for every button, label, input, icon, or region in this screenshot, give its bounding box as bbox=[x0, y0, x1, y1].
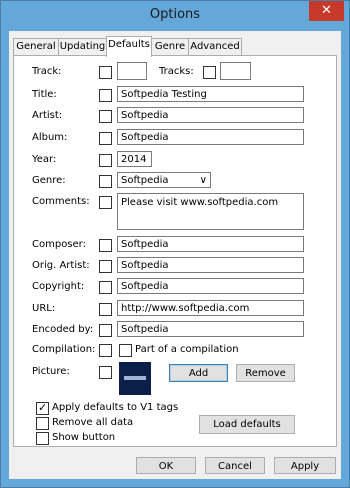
year-label: Year: bbox=[32, 154, 57, 165]
copyright-checkbox[interactable] bbox=[99, 281, 112, 294]
tab-defaults[interactable]: Defaults bbox=[106, 36, 152, 57]
copyright-field[interactable]: Softpedia bbox=[117, 278, 304, 294]
remove-all-checkbox[interactable] bbox=[36, 417, 49, 430]
encoded-by-label: Encoded by: bbox=[32, 324, 94, 335]
album-checkbox[interactable] bbox=[99, 132, 112, 145]
defaults-panel: Track: Tracks: Title: Softpedia Testing … bbox=[13, 55, 337, 447]
title-bar[interactable]: Options ✕ bbox=[1, 1, 349, 30]
options-window: Options ✕ General Updating Defaults Genr… bbox=[0, 0, 350, 488]
part-of-compilation-label: Part of a compilation bbox=[135, 344, 239, 355]
dialog-body: General Updating Defaults Genre Advanced… bbox=[9, 31, 341, 479]
tab-advanced[interactable]: Advanced bbox=[188, 38, 242, 56]
compilation-label: Compilation: bbox=[32, 344, 96, 355]
url-label: URL: bbox=[32, 303, 56, 314]
url-checkbox[interactable] bbox=[99, 303, 112, 316]
window-title: Options bbox=[149, 7, 201, 22]
artist-label: Artist: bbox=[32, 110, 63, 121]
cancel-button[interactable]: Cancel bbox=[205, 457, 265, 474]
comments-checkbox[interactable] bbox=[99, 196, 112, 209]
track-field[interactable] bbox=[117, 62, 147, 80]
remove-all-label: Remove all data bbox=[52, 417, 134, 428]
genre-selected-value: Softpedia bbox=[121, 175, 169, 186]
track-checkbox[interactable] bbox=[99, 66, 112, 79]
load-defaults-button[interactable]: Load defaults bbox=[199, 415, 295, 434]
composer-field[interactable]: Softpedia bbox=[117, 236, 304, 252]
tab-general[interactable]: General bbox=[13, 38, 59, 56]
year-checkbox[interactable] bbox=[99, 154, 112, 167]
tracks-checkbox[interactable] bbox=[203, 66, 216, 79]
orig-artist-label: Orig. Artist: bbox=[32, 260, 90, 271]
genre-label: Genre: bbox=[32, 175, 66, 186]
genre-select[interactable]: Softpedia ∨ bbox=[117, 172, 211, 188]
artist-checkbox[interactable] bbox=[99, 110, 112, 123]
orig-artist-checkbox[interactable] bbox=[99, 260, 112, 273]
album-label: Album: bbox=[32, 132, 68, 143]
title-label: Title: bbox=[32, 89, 57, 100]
tracks-label: Tracks: bbox=[159, 66, 194, 77]
compilation-checkbox[interactable] bbox=[99, 344, 112, 357]
apply-v1-checkbox[interactable] bbox=[36, 401, 49, 415]
picture-thumbnail bbox=[119, 362, 151, 395]
composer-label: Composer: bbox=[32, 239, 86, 250]
composer-checkbox[interactable] bbox=[99, 239, 112, 252]
ok-button[interactable]: OK bbox=[136, 457, 196, 474]
album-field[interactable]: Softpedia bbox=[117, 129, 304, 145]
add-picture-button[interactable]: Add bbox=[169, 364, 228, 382]
remove-picture-button[interactable]: Remove bbox=[236, 364, 295, 382]
title-checkbox[interactable] bbox=[99, 89, 112, 102]
orig-artist-field[interactable]: Softpedia bbox=[117, 257, 304, 273]
apply-button[interactable]: Apply bbox=[274, 457, 336, 474]
show-button-checkbox[interactable] bbox=[36, 432, 49, 445]
show-button-label: Show button bbox=[52, 432, 116, 443]
picture-checkbox[interactable] bbox=[99, 366, 112, 379]
title-field[interactable]: Softpedia Testing bbox=[117, 86, 304, 102]
close-icon: ✕ bbox=[321, 3, 332, 18]
encoded-by-field[interactable]: Softpedia bbox=[117, 321, 304, 337]
chevron-down-icon: ∨ bbox=[199, 175, 207, 186]
copyright-label: Copyright: bbox=[32, 281, 85, 292]
genre-checkbox[interactable] bbox=[99, 175, 112, 188]
tracks-field[interactable] bbox=[220, 62, 251, 80]
url-field[interactable]: http://www.softpedia.com bbox=[117, 300, 304, 316]
track-label: Track: bbox=[32, 66, 62, 77]
comments-label: Comments: bbox=[32, 196, 90, 207]
encoded-by-checkbox[interactable] bbox=[99, 324, 112, 337]
artist-field[interactable]: Softpedia bbox=[117, 107, 304, 123]
tab-updating[interactable]: Updating bbox=[58, 38, 107, 56]
thumbnail-logo bbox=[124, 376, 146, 380]
apply-v1-label: Apply defaults to V1 tags bbox=[52, 402, 179, 413]
part-of-compilation-checkbox[interactable] bbox=[119, 344, 132, 357]
comments-field[interactable]: Please visit www.softpedia.com bbox=[117, 193, 304, 230]
picture-label: Picture: bbox=[32, 366, 70, 377]
close-button[interactable]: ✕ bbox=[309, 1, 344, 21]
year-field[interactable]: 2014 bbox=[117, 151, 152, 167]
tab-genre[interactable]: Genre bbox=[151, 38, 189, 56]
